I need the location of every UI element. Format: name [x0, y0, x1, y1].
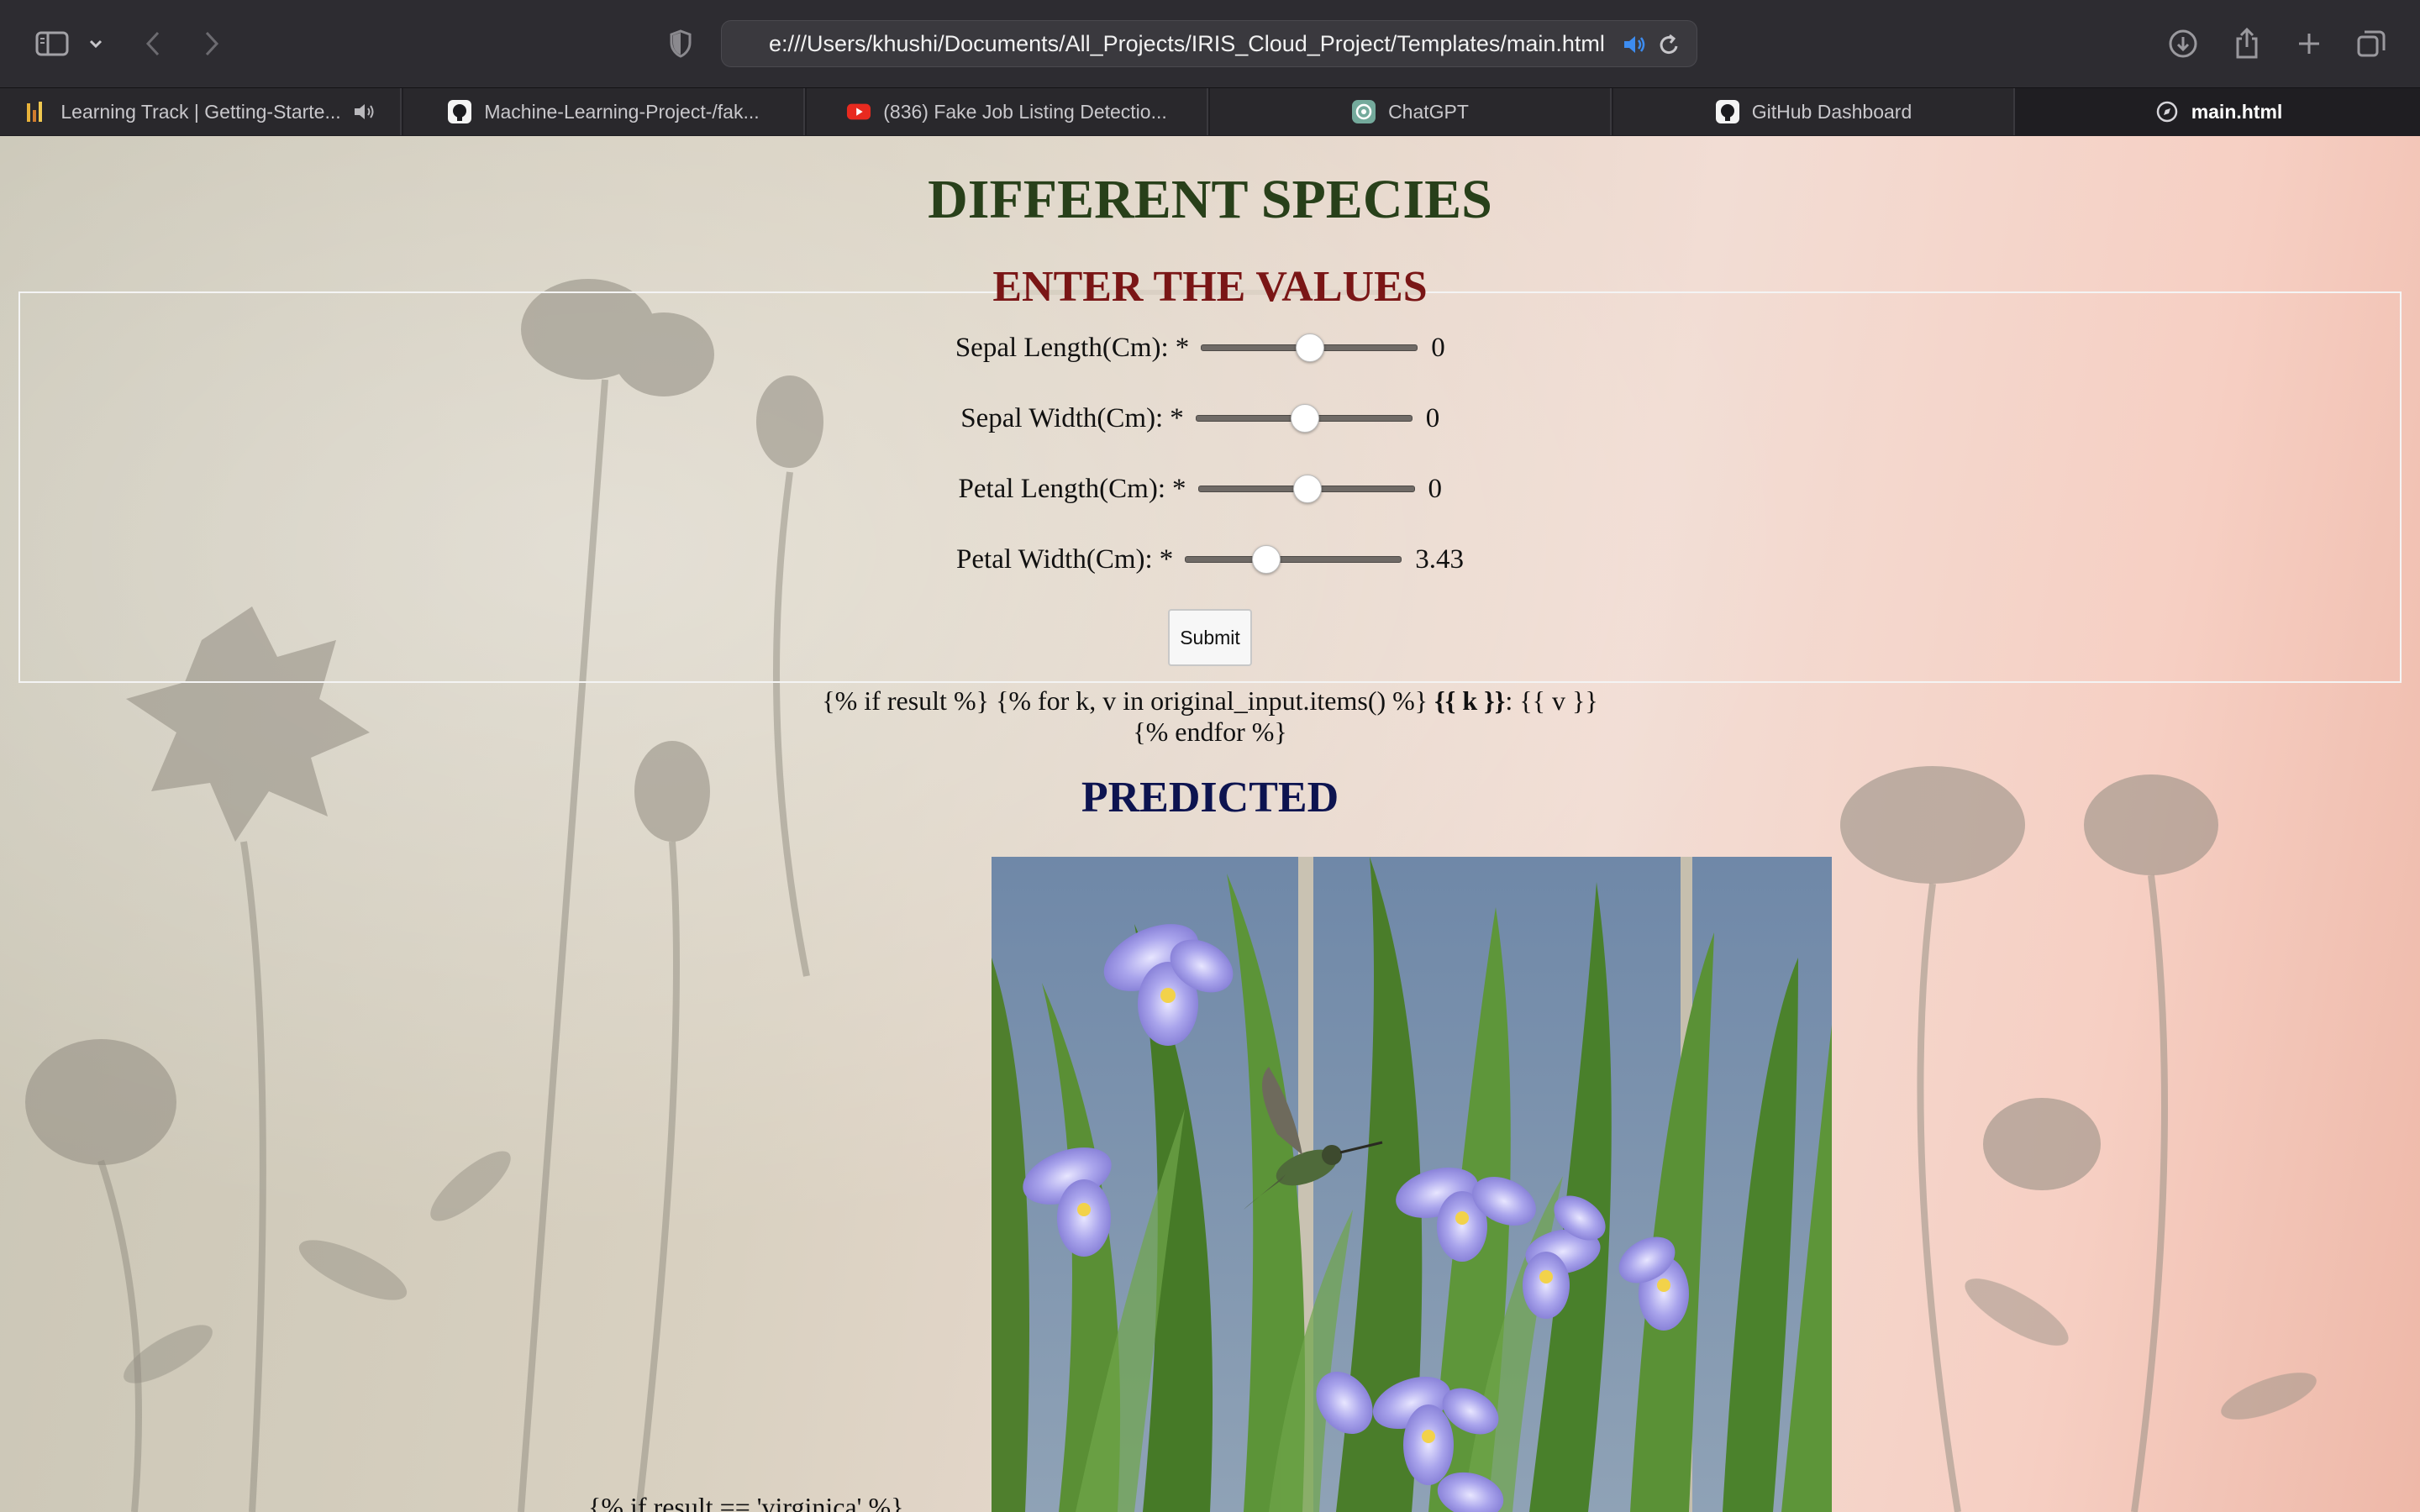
slider-thumb[interactable] — [1292, 475, 1322, 503]
tab-youtube[interactable]: (836) Fake Job Listing Detectio... — [807, 88, 1208, 135]
field-row-petal-width: Petal Width(Cm): * 3.43 — [0, 538, 2420, 580]
slider-thumb[interactable] — [1290, 404, 1319, 433]
jinja-template-line-1: {% if result %} {% for k, v in original_… — [822, 685, 1598, 716]
share-icon[interactable] — [2230, 22, 2264, 66]
field-label: Petal Width(Cm): — [956, 543, 1153, 575]
field-row-petal-length: Petal Length(Cm): * 0 — [0, 468, 2420, 510]
page-title: DIFFERENT SPECIES — [928, 169, 1492, 230]
field-value: 0 — [1428, 473, 1443, 504]
required-mark: * — [1170, 402, 1184, 433]
tab-main-html[interactable]: main.html — [2017, 88, 2420, 135]
petal-length-slider[interactable] — [1197, 472, 1415, 506]
tab-github-dashboard[interactable]: GitHub Dashboard — [1613, 88, 2015, 135]
form-legend-text: ENTER THE VALUES — [992, 263, 1428, 311]
forward-icon[interactable] — [197, 22, 227, 66]
url-text[interactable]: e:///Users/khushi/Documents/All_Projects… — [769, 31, 1604, 57]
field-value: 0 — [1431, 332, 1445, 363]
audio-playing-icon[interactable] — [1619, 23, 1649, 66]
github-icon — [1715, 99, 1740, 124]
tab-bar: Learning Track | Getting-Starte... Machi… — [0, 87, 2420, 136]
jinja-template-result-line: {% if result == 'virginica' %} — [588, 1492, 904, 1512]
iris-flower-image — [992, 857, 1832, 1512]
github-icon — [447, 99, 472, 124]
required-mark: * — [1159, 543, 1174, 575]
tab-overview-icon[interactable] — [2354, 22, 2388, 66]
tab-learning-track[interactable]: Learning Track | Getting-Starte... — [0, 88, 402, 135]
slider-thumb[interactable] — [1251, 545, 1281, 574]
web-page: DIFFERENT SPECIES ENTER THE VALUES Sepal… — [0, 136, 2420, 1512]
back-icon[interactable] — [138, 22, 168, 66]
new-tab-icon[interactable] — [2292, 22, 2326, 66]
download-icon[interactable] — [2166, 22, 2200, 66]
field-label: Petal Length(Cm): — [958, 473, 1166, 504]
field-value: 0 — [1425, 402, 1440, 433]
required-mark: * — [1172, 473, 1186, 504]
privacy-shield-icon[interactable] — [664, 22, 697, 66]
petal-width-slider[interactable] — [1185, 543, 1402, 576]
tab-chatgpt[interactable]: ChatGPT — [1210, 88, 1612, 135]
bar-chart-icon — [24, 99, 49, 124]
field-label: Sepal Length(Cm): — [955, 332, 1169, 363]
required-mark: * — [1175, 332, 1190, 363]
youtube-icon — [846, 99, 871, 124]
field-label: Sepal Width(Cm): — [960, 402, 1164, 433]
reload-icon[interactable] — [1655, 23, 1685, 66]
predicted-heading: PREDICTED — [1081, 774, 1339, 822]
slider-thumb[interactable] — [1296, 333, 1325, 362]
address-bar[interactable]: e:///Users/khushi/Documents/All_Projects… — [721, 20, 1697, 67]
form-legend: ENTER THE VALUES — [0, 262, 2420, 312]
tab-github-project[interactable]: Machine-Learning-Project-/fak... — [403, 88, 805, 135]
submit-button[interactable]: Submit — [1168, 609, 1252, 666]
sepal-width-slider[interactable] — [1195, 402, 1413, 435]
field-row-sepal-length: Sepal Length(Cm): * 0 — [0, 327, 2420, 369]
field-value: 3.43 — [1415, 543, 1464, 575]
sidebar-toggle-icon[interactable] — [32, 22, 72, 66]
sepal-length-slider[interactable] — [1201, 331, 1418, 365]
iris-flower-illustration — [992, 857, 1832, 1512]
slider-track — [1185, 556, 1402, 563]
field-row-sepal-width: Sepal Width(Cm): * 0 — [0, 397, 2420, 439]
chevron-down-icon[interactable] — [84, 22, 108, 66]
jinja-template-line-2: {% endfor %} — [1133, 717, 1287, 747]
speaker-icon[interactable] — [353, 102, 376, 122]
compass-icon — [2154, 99, 2180, 124]
chatgpt-icon — [1351, 99, 1376, 124]
browser-toolbar: e:///Users/khushi/Documents/All_Projects… — [0, 0, 2420, 87]
